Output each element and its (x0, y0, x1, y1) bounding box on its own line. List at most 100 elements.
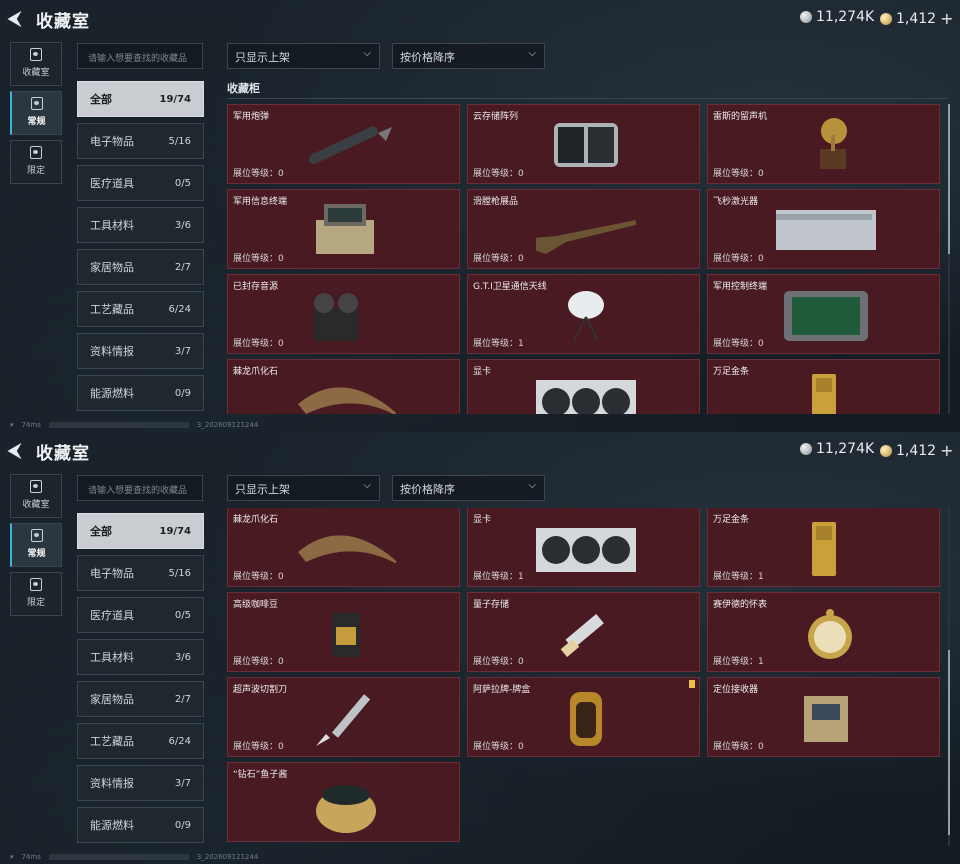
collection-card[interactable]: 雷斯的留声机 展位等级：0 (707, 104, 940, 184)
collection-card[interactable]: 棘龙爪化石展位等级：0 (227, 359, 460, 414)
search-input[interactable]: 请输入想要查找的收藏品 (77, 475, 203, 501)
silver-currency: 11,274K (800, 441, 874, 457)
category-item[interactable]: 医疗道具 0/5 (77, 165, 204, 201)
shelf-filter-dropdown[interactable]: 只显示上架 ⌵ (227, 43, 380, 69)
add-currency-button[interactable]: + (940, 9, 953, 28)
category-item[interactable]: 家居物品 2/7 (77, 249, 204, 285)
collection-card[interactable]: 高级咖啡豆 展位等级：0 (227, 592, 460, 672)
collection-card[interactable]: 阿萨拉牌-牌盒 展位等级：0 (467, 677, 700, 757)
item-level: 展位等级：0 (713, 739, 764, 752)
ping-text: 74ms (21, 853, 41, 861)
shelf-filter-label: 只显示上架 (235, 483, 290, 496)
item-level: 展位等级：0 (473, 251, 524, 264)
collection-card[interactable]: 万足金条展位等级：1 (707, 508, 940, 587)
sidenav-item-2[interactable]: 限定 (10, 572, 62, 616)
collection-card[interactable]: G.T.I卫星通信天线 展位等级：1 (467, 274, 700, 354)
level-value: 1 (518, 572, 524, 582)
item-level: 展位等级：0 (713, 166, 764, 179)
regular-icon (30, 529, 43, 542)
level-value: 0 (518, 742, 524, 752)
silver-amount: 11,274K (816, 9, 875, 25)
level-label: 展位等级： (233, 572, 279, 582)
sidenav-item-2[interactable]: 限定 (10, 140, 62, 184)
collection-card[interactable]: 军用信息终端 展位等级：0 (227, 189, 460, 269)
collection-card[interactable]: 万足金条展位等级：1 (707, 359, 940, 414)
collection-card[interactable]: 云存储阵列 展位等级：0 (467, 104, 700, 184)
category-item[interactable]: 电子物品 5/16 (77, 123, 204, 159)
shelf-filter-dropdown[interactable]: 只显示上架 ⌵ (227, 475, 380, 501)
back-icon[interactable]: ⮜ (8, 440, 30, 462)
collection-card[interactable]: 显卡展位等级：1 (467, 508, 700, 587)
level-value: 0 (758, 339, 764, 349)
item-image (536, 603, 636, 663)
category-item[interactable]: 能源燃料 0/9 (77, 375, 204, 411)
item-level: 展位等级：1 (473, 569, 524, 582)
category-item[interactable]: 工艺藏品 6/24 (77, 291, 204, 327)
search-input[interactable]: 请输入想要查找的收藏品 (77, 43, 203, 69)
category-item[interactable]: 工具材料 3/6 (77, 639, 204, 675)
category-item[interactable]: 电子物品 5/16 (77, 555, 204, 591)
regular-icon (30, 97, 43, 110)
collection-card[interactable]: 量子存储 展位等级：0 (467, 592, 700, 672)
collection-card[interactable]: 滑膛枪展品 展位等级：0 (467, 189, 700, 269)
sidenav-item-0[interactable]: 收藏室 (10, 42, 62, 86)
level-value: 1 (758, 657, 764, 667)
item-name: 万足金条 (713, 515, 750, 525)
new-badge-icon (689, 680, 695, 688)
level-value: 0 (278, 742, 284, 752)
collection-card[interactable]: 飞秒激光器 展位等级：0 (707, 189, 940, 269)
silver-currency: 11,274K (800, 9, 874, 25)
scrollbar-thumb[interactable] (948, 650, 950, 835)
category-item[interactable]: 工艺藏品 6/24 (77, 723, 204, 759)
item-name: 棘龙爪化石 (233, 367, 279, 377)
collection-card[interactable]: “钻石”鱼子酱 (227, 762, 460, 842)
page-title: 收藏室 (36, 12, 90, 32)
collection-card[interactable]: 赛伊德的怀表 展位等级：1 (707, 592, 940, 672)
gold-currency[interactable]: 1,412 + (880, 9, 954, 28)
collection-card[interactable]: 超声波切割刀 展位等级：0 (227, 677, 460, 757)
collection-card[interactable]: 军用炮弹 展位等级：0 (227, 104, 460, 184)
item-image (532, 370, 640, 414)
category-item[interactable]: 资料情报 3/7 (77, 765, 204, 801)
collection-grid[interactable]: 军用炮弹展位等级：0云存储阵列展位等级：0雷斯的留声机展位等级：0军用信息终端展… (227, 508, 943, 846)
item-name: 棘龙爪化石 (233, 515, 279, 525)
silver-coin-icon (800, 443, 812, 455)
category-label: 工具材料 (90, 651, 134, 664)
category-item[interactable]: 工具材料 3/6 (77, 207, 204, 243)
sidenav-item-1[interactable]: 常规 (10, 91, 62, 135)
build-text: 3_202609121244 (196, 853, 259, 861)
category-item[interactable]: 全部 19/74 (77, 513, 204, 549)
sidenav-item-1[interactable]: 常规 (10, 523, 62, 567)
back-icon[interactable]: ⮜ (8, 8, 30, 30)
gold-currency[interactable]: 1,412 + (880, 441, 954, 460)
category-item[interactable]: 家居物品 2/7 (77, 681, 204, 717)
collection-card[interactable]: 定位接收器 展位等级：0 (707, 677, 940, 757)
collection-card[interactable]: 已封存音源 展位等级：0 (227, 274, 460, 354)
wifi-icon: ▾ (10, 853, 14, 861)
category-label: 家居物品 (90, 693, 134, 706)
category-item[interactable]: 资料情报 3/7 (77, 333, 204, 369)
level-label: 展位等级： (713, 572, 759, 582)
collection-card[interactable]: 棘龙爪化石展位等级：0 (227, 508, 460, 587)
gold-amount: 1,412 (896, 442, 937, 459)
sidenav-label: 限定 (26, 166, 45, 176)
sidenav-label: 常规 (27, 117, 46, 127)
collection-card[interactable]: 显卡展位等级：1 (467, 359, 700, 414)
category-list: 全部 19/74 电子物品 5/16 医疗道具 0/5 工具材料 3/6 家居物品 2/7 工艺藏品… (77, 513, 204, 849)
sort-dropdown[interactable]: 按价格降序 ⌵ (392, 475, 545, 501)
collection-grid[interactable]: 军用炮弹展位等级：0云存储阵列展位等级：0雷斯的留声机展位等级：0 军用信息终端展… (227, 104, 943, 414)
item-level: 展位等级：0 (233, 166, 284, 179)
category-item[interactable]: 全部 19/74 (77, 81, 204, 117)
sort-dropdown[interactable]: 按价格降序 ⌵ (392, 43, 545, 69)
sort-label: 按价格降序 (400, 51, 455, 64)
scrollbar-thumb[interactable] (948, 104, 950, 254)
category-item[interactable]: 医疗道具 0/5 (77, 597, 204, 633)
category-item[interactable]: 能源燃料 0/9 (77, 807, 204, 843)
add-currency-button[interactable]: + (940, 441, 953, 460)
sidenav-item-0[interactable]: 收藏室 (10, 474, 62, 518)
level-label: 展位等级： (233, 169, 279, 179)
collection-card[interactable]: 军用控制终端 展位等级：0 (707, 274, 940, 354)
item-name: 军用控制终端 (713, 282, 768, 292)
item-name: 万足金条 (713, 367, 750, 377)
level-value: 1 (758, 572, 764, 582)
